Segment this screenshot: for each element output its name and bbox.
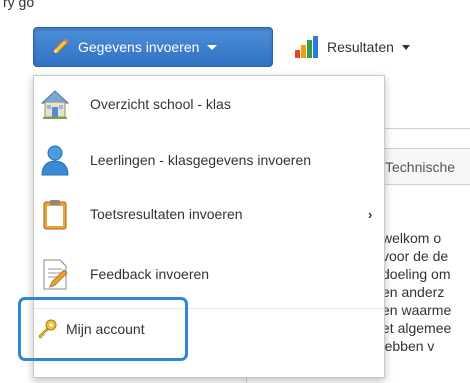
pencil-icon: [52, 38, 69, 55]
paragraph-line: et algemee: [382, 320, 452, 336]
menu-item-label: Feedback invoeren: [90, 266, 210, 282]
chevron-down-icon: [207, 44, 218, 50]
gegevens-invoeren-label: Gegevens invoeren: [78, 39, 200, 55]
bar-chart-icon: [295, 36, 318, 58]
gegevens-invoeren-button[interactable]: Gegevens invoeren: [33, 27, 273, 67]
paragraph-line: welkom o: [382, 230, 442, 246]
menu-item-overzicht-school-klas[interactable]: Overzicht school - klas: [34, 78, 384, 130]
resultaten-label: Resultaten: [327, 39, 394, 55]
student-person-icon: [41, 145, 69, 176]
menu-item-label: Leerlingen - klasgegevens invoeren: [90, 152, 312, 168]
chevron-down-icon: [401, 44, 410, 50]
resultaten-button[interactable]: Resultaten: [293, 27, 410, 67]
menu-item-leerlingen[interactable]: Leerlingen - klasgegevens invoeren: [34, 134, 384, 186]
feedback-document-icon: [43, 259, 68, 290]
paragraph-line: en waarme: [382, 302, 452, 318]
tab-technische[interactable]: Technische: [378, 148, 470, 184]
menu-item-toetsresultaten[interactable]: Toetsresultaten invoeren ›: [34, 188, 384, 240]
menu-item-mijn-account[interactable]: Mijn account: [36, 315, 145, 343]
menu-item-label: Overzicht school - klas: [90, 96, 231, 112]
top-text-fragment: ry go: [3, 0, 35, 10]
paragraph-line: doeling om: [382, 266, 451, 282]
key-icon: [38, 319, 57, 339]
paragraph-line: en anderz: [382, 284, 445, 300]
mijn-account-label: Mijn account: [66, 321, 145, 337]
menu-item-label: Toetsresultaten invoeren: [90, 206, 243, 222]
school-house-icon: [40, 90, 70, 119]
clipboard-icon: [43, 200, 67, 230]
paragraph-line: voor de de: [382, 248, 449, 264]
menu-item-feedback-invoeren[interactable]: Feedback invoeren: [34, 248, 384, 300]
submenu-arrow-icon: ›: [368, 206, 373, 222]
